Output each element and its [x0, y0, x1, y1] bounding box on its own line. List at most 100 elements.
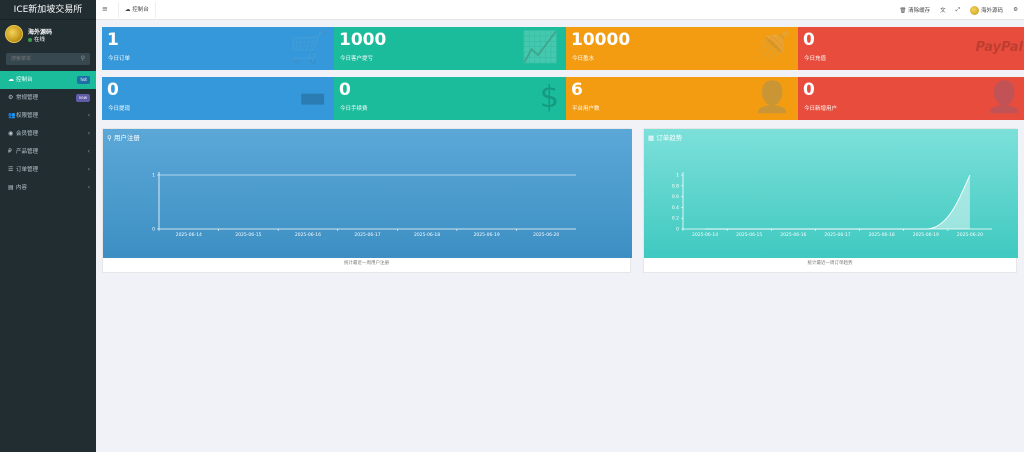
chart-svg: 0 1 2025-06-14 2025-06-15 2025-06-16 2025-06-…	[103, 129, 632, 258]
stat-box: 1000 今日客户提亏 📈	[334, 27, 567, 70]
sidebar: ICE新加坡交易所 海外源码 在线 ⚲ ☁控制台 hot ⚙常规管理 new 👥权限管理…	[0, 0, 96, 452]
user-circle-icon: ◉	[8, 130, 14, 137]
area-chart-icon: 📈	[521, 30, 559, 65]
user-status: 在线	[28, 35, 45, 43]
sidebar-item-5[interactable]: ☰ 订单管理 ‹	[0, 161, 96, 179]
stat-label: 今日盈水	[572, 56, 595, 62]
stat-box: 0 今日提现 ▬	[102, 77, 335, 120]
chart-title: ⚲ 用户注册	[107, 132, 140, 142]
x-tick-label: 2025-06-19	[913, 232, 939, 238]
sidebar-item-1[interactable]: ⚙ 常规管理 new	[0, 89, 96, 107]
x-tick-label: 2025-06-14	[692, 232, 718, 238]
stat-value: 10000	[571, 30, 631, 50]
avatar	[970, 5, 980, 15]
y-tick-label: 0.2	[672, 216, 679, 222]
topbar: ≡ ☁ 控制台 🗑 清除缓存 文 ⤢ 海外源码 ⚙	[96, 0, 1024, 20]
user-icon: 👤	[753, 80, 791, 115]
chevron-left-icon: ‹	[87, 148, 90, 155]
stat-box: 1 今日订单 🛒	[102, 27, 335, 70]
x-tick-label: 2025-06-20	[533, 232, 559, 238]
x-tick-label: 2025-06-19	[474, 232, 500, 238]
clear-cache-button[interactable]: 🗑 清除缓存	[899, 6, 930, 14]
settings-icon[interactable]: ⚙	[1013, 7, 1018, 13]
brand-title[interactable]: ICE新加坡交易所	[0, 0, 96, 20]
sidebar-item-label: 订单管理	[16, 167, 39, 173]
fullscreen-icon[interactable]: ⤢	[956, 7, 960, 14]
stat-label: 平台用户数	[572, 106, 600, 112]
sidebar-item-2[interactable]: 👥权限管理 ‹	[0, 107, 96, 125]
credit-card-icon: ▬	[298, 80, 327, 115]
chart-area: 0 0.2 0.4 0.6 0.8 1 2025-06-14 2025-06-15 2025-0…	[644, 129, 1018, 258]
sidebar-item-4[interactable]: ₽ 产品管理 ‹	[0, 143, 96, 161]
y-tick-label: 0.6	[672, 194, 679, 200]
dollar-icon: $	[539, 80, 559, 115]
chart-area: 0 1 2025-06-14 2025-06-15 2025-06-16 2025-06-…	[103, 129, 632, 258]
chevron-left-icon: ‹	[87, 112, 90, 119]
user-status-label: 在线	[34, 37, 46, 43]
chart-background	[103, 129, 632, 258]
clear-cache-label: 清除缓存	[908, 8, 931, 14]
search-input[interactable]	[6, 53, 76, 65]
sidebar-item-label: 产品管理	[16, 149, 39, 155]
x-tick-label: 2025-06-20	[957, 232, 983, 238]
sidebar-menu: ☁ 控制台 hot ⚙ 常规管理 new 👥权限管理 ‹ ◉ 会员管理 ‹ ₽ 产品管理 ‹ ☰ 订单管理 ‹ ▤…	[0, 71, 96, 197]
topbar-user[interactable]: 海外源码	[970, 5, 1003, 15]
stat-label: 今日新增用户	[804, 106, 838, 112]
stat-box: 10000 今日盈水 🚿	[566, 27, 799, 70]
sidebar-item-label: 会员管理	[16, 131, 39, 137]
stat-value: 0	[803, 80, 815, 100]
list-icon: ☰	[8, 166, 14, 173]
stat-box: 0 今日手续费 $	[334, 77, 567, 120]
online-dot-icon	[28, 37, 32, 42]
chart-panel-user-register: 0 1 2025-06-14 2025-06-15 2025-06-16 2025-06-…	[102, 128, 632, 273]
stat-value: 0	[339, 80, 351, 100]
user-outline-icon: 👤	[985, 80, 1023, 115]
cart-icon: 🛒	[289, 30, 327, 65]
sidebar-item-label: 常规管理	[16, 95, 39, 101]
x-tick-label: 2025-06-14	[176, 232, 202, 238]
product-icon: ₽	[8, 148, 12, 155]
tab-dashboard[interactable]: ☁ 控制台	[118, 2, 156, 18]
stat-value: 1	[107, 30, 119, 50]
avatar	[5, 25, 23, 43]
shower-icon: 🚿	[753, 30, 791, 65]
stat-box: 0 今日新增用户 👤	[798, 77, 1024, 120]
x-tick-label: 2025-06-15	[235, 232, 261, 238]
chart-title-label: 用户注册	[113, 134, 140, 142]
trash-icon: 🗑	[899, 8, 907, 14]
y-tick-label: 0	[152, 227, 155, 233]
chart-title: ▦ 订单趋势	[648, 132, 682, 142]
translate-icon[interactable]: 文	[940, 6, 946, 14]
stat-box: 0 今日充值 PayPal	[798, 27, 1024, 70]
stat-label: 今日提现	[108, 106, 131, 112]
stat-box: 6 平台用户数 👤	[566, 77, 799, 120]
dashboard-icon: ☁	[8, 76, 14, 83]
stat-label: 今日订单	[108, 56, 131, 62]
x-tick-label: 2025-06-18	[414, 232, 440, 238]
sidebar-item-label: 内容	[16, 185, 28, 191]
sidebar-item-3[interactable]: ◉ 会员管理 ‹	[0, 125, 96, 143]
x-tick-label: 2025-06-15	[736, 232, 762, 238]
sidebar-item-6[interactable]: ▤ 内容 ‹	[0, 179, 96, 197]
x-tick-label: 2025-06-17	[824, 232, 850, 238]
search-icon[interactable]: ⚲	[81, 55, 85, 62]
chart-panel-order-trend: 0 0.2 0.4 0.6 0.8 1 2025-06-14 2025-06-15 2025-0…	[643, 128, 1018, 273]
x-tick-label: 2025-06-16	[295, 232, 321, 238]
y-tick-label: 0	[676, 227, 679, 233]
menu-badge: new	[75, 94, 90, 102]
chart-title-label: 订单趋势	[656, 134, 683, 142]
sidebar-item-label: 控制台	[16, 77, 33, 83]
stat-label: 今日手续费	[340, 106, 368, 112]
menu-toggle-icon[interactable]: ≡	[102, 5, 108, 13]
gears-icon: ⚙	[8, 94, 14, 101]
paypal-icon: PayPal	[975, 40, 1023, 55]
chart-footer: 统计最近一周订单趋势	[807, 261, 853, 266]
topbar-right: 🗑 清除缓存 文 ⤢ 海外源码 ⚙	[899, 0, 1018, 20]
sidebar-item-0[interactable]: ☁ 控制台 hot	[0, 71, 96, 89]
y-tick-label: 1	[676, 173, 679, 179]
chevron-left-icon: ‹	[87, 130, 90, 137]
stat-value: 0	[803, 30, 815, 50]
user-panel: 海外源码 在线	[0, 20, 96, 50]
stat-value: 0	[107, 80, 119, 100]
stat-value: 1000	[339, 30, 387, 50]
